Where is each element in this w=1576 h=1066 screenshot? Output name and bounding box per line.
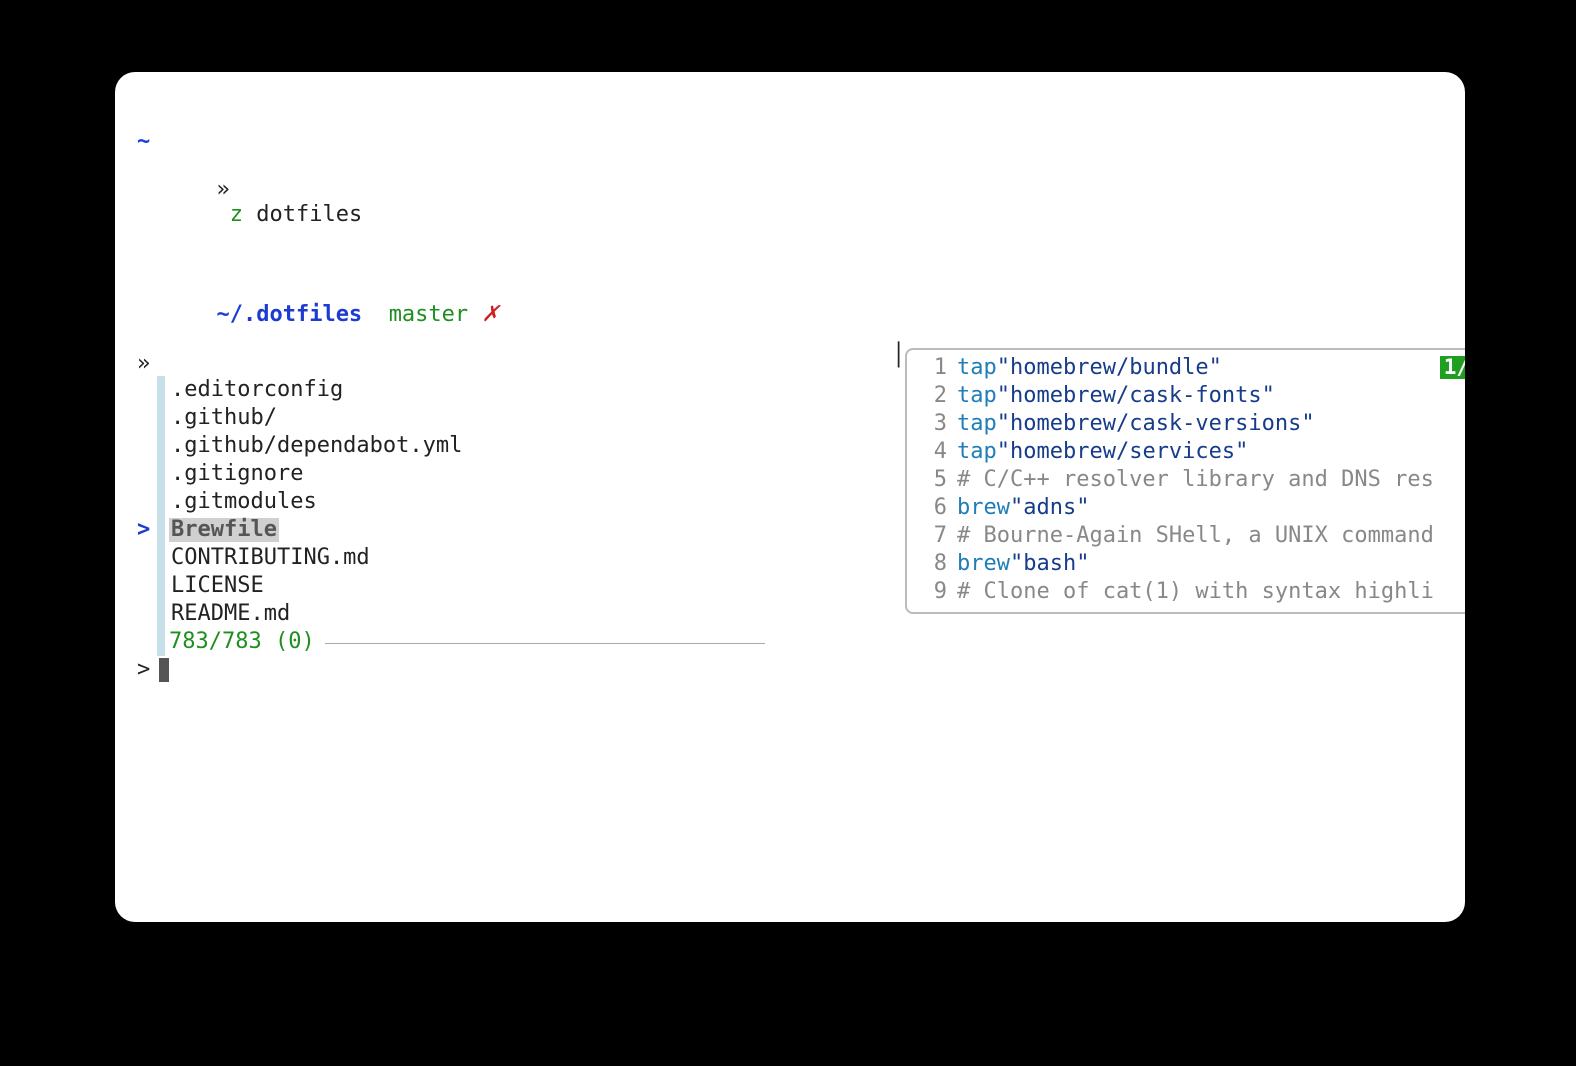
string-literal: "adns" (1010, 496, 1089, 520)
file-name: .editorconfig (169, 378, 345, 402)
preview-position-badge: 1/100 (1440, 356, 1465, 379)
string-literal: "homebrew/bundle" (997, 356, 1222, 380)
line-number: 7 (915, 524, 947, 548)
row-gutter (157, 432, 165, 460)
string-literal: "homebrew/services" (997, 440, 1249, 464)
cmd-arg: dotfiles (256, 202, 362, 227)
row-gutter (157, 544, 165, 572)
row-gutter (157, 460, 165, 488)
line-number: 4 (915, 440, 947, 464)
fzf-counter-row: 783/783 (0) (137, 628, 1447, 656)
file-name: README.md (169, 602, 292, 626)
prompt-block-1: ~ » z dotfiles (137, 130, 1447, 251)
git-branch: master (389, 302, 468, 327)
prompt-arrow: » (216, 177, 229, 202)
row-gutter (157, 404, 165, 432)
line-number: 2 (915, 384, 947, 408)
row-gutter (157, 376, 165, 404)
keyword: brew (957, 552, 1010, 576)
string-literal: "homebrew/cask-fonts" (997, 384, 1275, 408)
fzf-divider (325, 643, 765, 644)
preview-line: 5 # C/C++ resolver library and DNS res (915, 466, 1465, 494)
keyword: tap (957, 440, 997, 464)
file-name: .gitmodules (169, 490, 319, 514)
file-name: CONTRIBUTING.md (169, 546, 372, 570)
preview-line: 9 # Clone of cat(1) with syntax highli (915, 578, 1465, 606)
keyword: tap (957, 412, 997, 436)
pointer-icon: > (137, 518, 157, 542)
cwd-path: ~/.dotfiles (216, 302, 362, 327)
prompt-arrow: » (137, 351, 150, 376)
terminal-window[interactable]: ~ » z dotfiles ~/.dotfiles master ✗ » .e… (115, 72, 1465, 922)
row-gutter (157, 600, 165, 628)
cmd-util: z (230, 202, 243, 227)
string-literal: "bash" (1010, 552, 1089, 576)
git-dirty-icon: ✗ (481, 302, 499, 327)
preview-line: 6 brew "adns" (915, 494, 1465, 522)
text-cursor (159, 658, 169, 682)
line-number: 3 (915, 412, 947, 436)
line-content: # Clone of cat(1) with syntax highli (957, 580, 1434, 604)
fzf-query-row[interactable]: > (137, 656, 1447, 684)
row-gutter (157, 488, 165, 516)
line-number: 9 (915, 580, 947, 604)
preview-line: 7 # Bourne-Again SHell, a UNIX command (915, 522, 1465, 550)
file-name: .github/dependabot.yml (169, 434, 464, 458)
preview-pane[interactable]: 1/100 │ 1tap "homebrew/bundle"2tap "home… (905, 348, 1465, 614)
line-number: 5 (915, 468, 947, 492)
line-number: 8 (915, 552, 947, 576)
preview-line: 4 tap "homebrew/services" (915, 438, 1465, 466)
keyword: tap (957, 384, 997, 408)
line-number: 1 (915, 356, 947, 380)
file-name: .gitignore (169, 462, 305, 486)
file-name: Brewfile (169, 518, 279, 542)
fzf-counter: 783/783 (0) (169, 630, 315, 654)
keyword: brew (957, 496, 1010, 520)
file-name: .github/ (169, 406, 279, 430)
preview-line: 3 tap "homebrew/cask-versions" (915, 410, 1465, 438)
row-gutter (157, 572, 165, 600)
preview-line: 8 brew "bash" (915, 550, 1465, 578)
preview-scroll-marker: │ (892, 344, 905, 368)
preview-line: 1 tap "homebrew/bundle" (915, 354, 1465, 382)
string-literal: "homebrew/cask-versions" (997, 412, 1315, 436)
line-number: 6 (915, 496, 947, 520)
line-content: # Bourne-Again SHell, a UNIX command (957, 524, 1434, 548)
line-content: # C/C++ resolver library and DNS res (957, 468, 1434, 492)
preview-line: 2 tap "homebrew/cask-fonts" (915, 382, 1465, 410)
keyword: tap (957, 356, 997, 380)
row-gutter (157, 516, 165, 544)
cwd-home: ~ (137, 129, 150, 154)
file-name: LICENSE (169, 574, 266, 598)
fzf-query-marker: > (137, 658, 157, 682)
